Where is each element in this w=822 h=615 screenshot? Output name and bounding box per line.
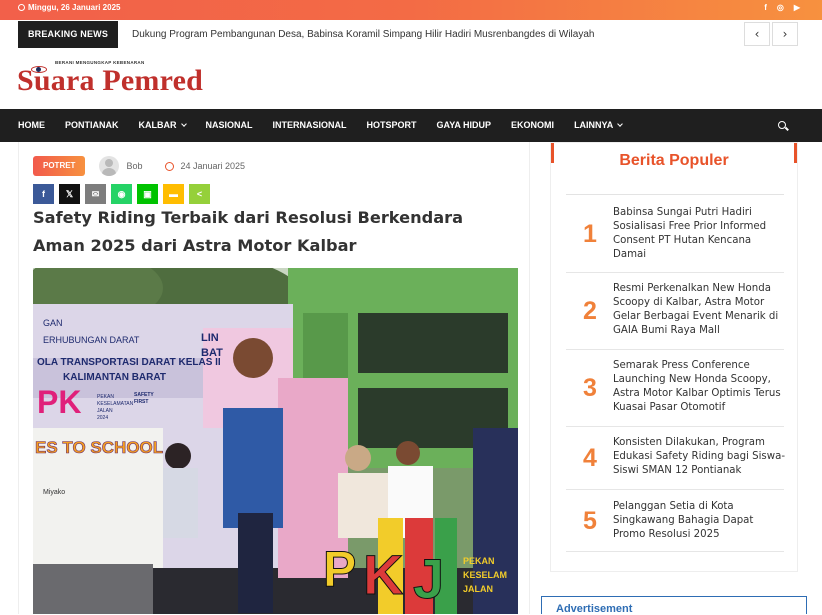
clock-icon bbox=[18, 4, 25, 11]
ticker-next-button[interactable]: › bbox=[772, 22, 798, 46]
advertisement-box: Advertisement bbox=[541, 596, 807, 615]
photo-illustration: GAN ERHUBUNGAN DARAT OLA TRANSPORTASI DA… bbox=[33, 268, 518, 614]
rank-number: 4 bbox=[583, 444, 597, 472]
photo-banner-text: ES TO SCHOOL bbox=[35, 438, 163, 457]
eye-icon bbox=[31, 66, 47, 73]
share-buttons: f 𝕏 ✉ ◉ ▣ ▬ < bbox=[33, 184, 210, 204]
line-share-icon[interactable]: ▣ bbox=[137, 184, 158, 204]
facebook-share-icon[interactable]: f bbox=[33, 184, 54, 204]
author-avatar bbox=[99, 156, 120, 176]
x-share-icon[interactable]: 𝕏 bbox=[59, 184, 80, 204]
chevron-down-icon bbox=[617, 121, 624, 127]
rank-number: 5 bbox=[583, 507, 597, 535]
article-meta: POTRET Bob 24 Januari 2025 bbox=[33, 156, 245, 176]
advertisement-label: Advertisement bbox=[556, 603, 633, 615]
widget-title: Berita Populer bbox=[619, 152, 729, 169]
clock-icon bbox=[165, 161, 175, 171]
author-name[interactable]: Bob bbox=[126, 161, 142, 171]
photo-stage-letter: K bbox=[363, 543, 403, 606]
popular-item-title[interactable]: Konsisten Dilakukan, Program Edukasi Saf… bbox=[613, 436, 785, 478]
popular-item[interactable]: 1 Babinsa Sungai Putri Hadiri Sosialisas… bbox=[566, 195, 784, 273]
popular-item-title[interactable]: Babinsa Sungai Putri Hadiri Sosialisasi … bbox=[613, 206, 785, 262]
photo-banner-text: JALAN bbox=[463, 584, 493, 594]
nav-item-lainnya[interactable]: LAINNYA bbox=[574, 109, 624, 142]
popular-item[interactable]: 3 Semarak Press Conference Launching New… bbox=[566, 350, 784, 427]
nav-item-pontianak[interactable]: PONTIANAK bbox=[65, 109, 119, 142]
ticker-prev-button[interactable]: ‹ bbox=[744, 22, 770, 46]
photo-banner-text: PK bbox=[37, 384, 81, 420]
nav-item-hotsport[interactable]: HOTSPORT bbox=[367, 109, 417, 142]
nav-item-ekonomi[interactable]: EKONOMI bbox=[511, 109, 554, 142]
photo-banner-text: PEKAN bbox=[463, 556, 495, 566]
whatsapp-share-icon[interactable]: ◉ bbox=[111, 184, 132, 204]
photo-brand-text: Miyako bbox=[43, 489, 65, 496]
nav-item-nasional[interactable]: NASIONAL bbox=[206, 109, 253, 142]
popular-item[interactable]: 2 Resmi Perkenalkan New Honda Scoopy di … bbox=[566, 273, 784, 350]
popular-item[interactable]: 4 Konsisten Dilakukan, Program Edukasi S… bbox=[566, 427, 785, 490]
photo-stage-letter: P bbox=[323, 541, 356, 597]
nav-item-home[interactable]: HOME bbox=[18, 109, 45, 142]
instagram-icon[interactable]: ◎ bbox=[777, 3, 784, 12]
photo-banner-text: PEKAN bbox=[97, 394, 114, 400]
search-icon[interactable] bbox=[778, 121, 786, 129]
popular-item-title[interactable]: Semarak Press Conference Launching New H… bbox=[613, 359, 785, 415]
date-display: Minggu, 26 Januari 2025 bbox=[18, 3, 120, 12]
social-links: f ◎ ▶ bbox=[764, 3, 800, 12]
breaking-news-headline[interactable]: Dukung Program Pembangunan Desa, Babinsa… bbox=[132, 21, 594, 48]
photo-banner-text: GAN bbox=[43, 318, 63, 328]
popular-item-title[interactable]: Resmi Perkenalkan New Honda Scoopy di Ka… bbox=[613, 282, 785, 338]
photo-banner-text: FIRST bbox=[134, 399, 148, 405]
category-badge[interactable]: POTRET bbox=[33, 156, 86, 176]
photo-banner-text: KESELAM bbox=[463, 570, 507, 580]
article-photo: GAN ERHUBUNGAN DARAT OLA TRANSPORTASI DA… bbox=[33, 268, 518, 614]
photo-banner-text: KESELAMATAN bbox=[97, 401, 134, 407]
nav-item-gaya-hidup[interactable]: GAYA HIDUP bbox=[437, 109, 492, 142]
popular-item-title[interactable]: Pelanggan Setia di Kota Singkawang Bahag… bbox=[613, 500, 785, 542]
sms-share-icon[interactable]: ▬ bbox=[163, 184, 184, 204]
photo-banner-text: KALIMANTAN BARAT bbox=[63, 372, 166, 383]
youtube-icon[interactable]: ▶ bbox=[794, 3, 800, 12]
photo-banner-text: 2024 bbox=[97, 415, 108, 421]
email-share-icon[interactable]: ✉ bbox=[85, 184, 106, 204]
chevron-down-icon bbox=[180, 121, 187, 127]
publish-date: 24 Januari 2025 bbox=[180, 161, 246, 171]
top-bar: Minggu, 26 Januari 2025 f ◎ ▶ bbox=[0, 0, 822, 20]
main-nav: HOME PONTIANAK KALBAR NASIONAL INTERNASI… bbox=[0, 109, 822, 142]
breaking-news-bar: BREAKING NEWS Dukung Program Pembangunan… bbox=[18, 21, 798, 48]
nav-item-kalbar[interactable]: KALBAR bbox=[139, 109, 187, 142]
date-text: Minggu, 26 Januari 2025 bbox=[28, 3, 121, 12]
photo-stage-letter: J bbox=[413, 547, 444, 610]
article-title: Safety Riding Terbaik dari Resolusi Berk… bbox=[33, 208, 464, 255]
popular-news-widget: Berita Populer 1 Babinsa Sungai Putri Ha… bbox=[550, 142, 798, 572]
photo-banner-text: JALAN bbox=[97, 408, 113, 414]
popular-item[interactable]: 5 Pelanggan Setia di Kota Singkawang Bah… bbox=[566, 490, 784, 552]
rank-number: 3 bbox=[583, 374, 597, 402]
photo-banner-text: OLA TRANSPORTASI DARAT KELAS II bbox=[37, 357, 221, 368]
photo-banner-text: SAFETY bbox=[134, 392, 154, 398]
photo-banner-text: ERHUBUNGAN DARAT bbox=[43, 335, 140, 345]
nav-item-internasional[interactable]: INTERNASIONAL bbox=[273, 109, 347, 142]
sharethis-icon[interactable]: < bbox=[189, 184, 210, 204]
article: POTRET Bob 24 Januari 2025 f 𝕏 ✉ ◉ ▣ ▬ <… bbox=[18, 142, 530, 614]
facebook-icon[interactable]: f bbox=[764, 3, 767, 12]
breaking-news-label: BREAKING NEWS bbox=[18, 21, 118, 48]
photo-banner-text: LIN bbox=[201, 332, 219, 344]
rank-number: 1 bbox=[583, 220, 597, 248]
rank-number: 2 bbox=[583, 297, 597, 325]
site-logo[interactable]: BERANI MENGUNGKAP KEBENARAN Suara Pemred bbox=[17, 58, 227, 102]
photo-banner-text: BAT bbox=[201, 347, 223, 359]
